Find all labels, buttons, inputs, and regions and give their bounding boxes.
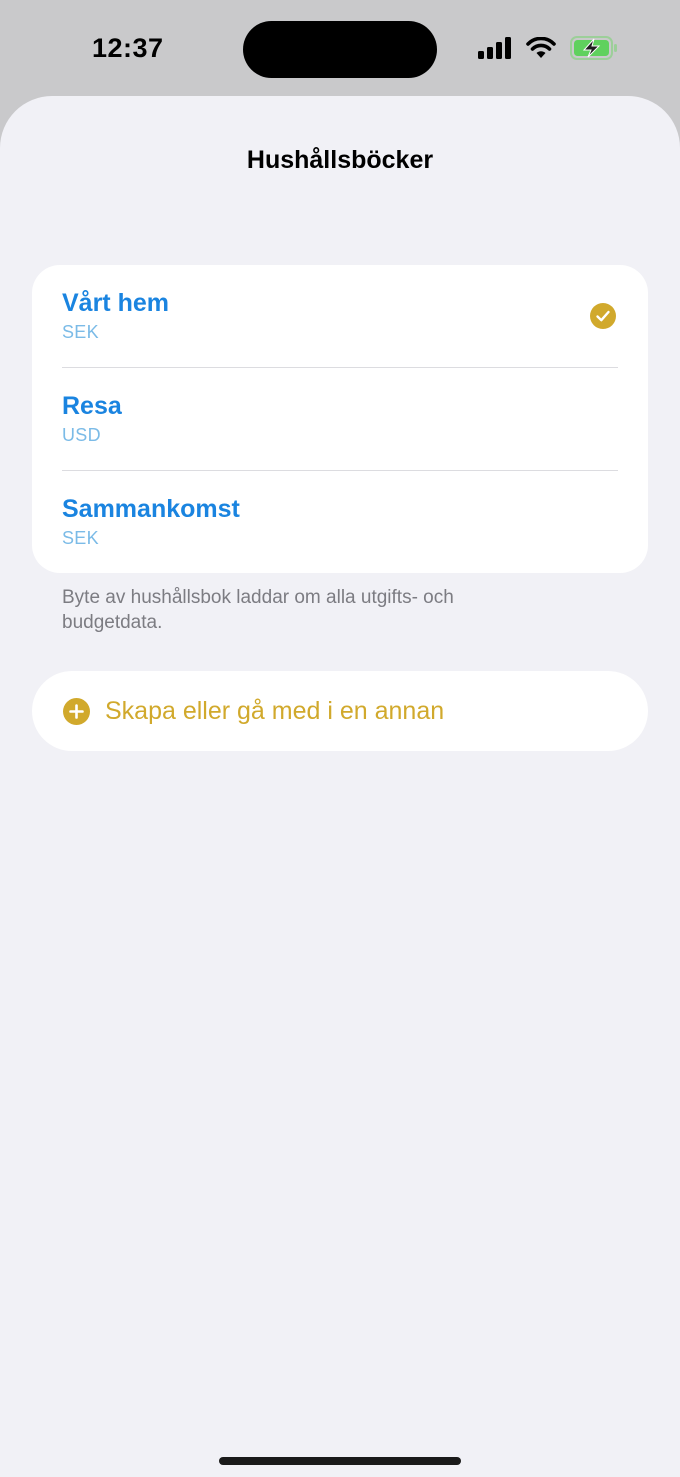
checkmark-circle-icon (590, 303, 616, 329)
plus-circle-icon (63, 698, 90, 725)
create-or-join-button[interactable]: Skapa eller gå med i en annan (32, 671, 648, 751)
book-currency: SEK (62, 528, 99, 548)
book-name: Vårt hem (62, 289, 169, 317)
dynamic-island (243, 21, 437, 78)
status-icons (478, 36, 618, 60)
battery-charging-icon (570, 36, 617, 60)
book-name: Sammankomst (62, 495, 240, 523)
household-book-list: Vårt hem SEK Resa USD Sammankomst SEK (32, 265, 648, 573)
create-or-join-label: Skapa eller gå med i en annan (105, 697, 445, 725)
cellular-signal-icon (478, 37, 511, 59)
home-indicator[interactable] (219, 1457, 461, 1465)
switch-book-footnote: Byte av hushållsbok laddar om alla utgif… (62, 587, 454, 633)
book-row-vart-hem[interactable]: Vårt hem SEK (32, 265, 648, 368)
book-currency: SEK (62, 322, 99, 342)
wifi-icon (526, 37, 556, 58)
book-name: Resa (62, 392, 122, 420)
book-row-sammankomst[interactable]: Sammankomst SEK (32, 471, 648, 573)
household-books-sheet: Hushållsböcker Vårt hem SEK Resa USD Sam… (0, 96, 680, 1477)
status-bar: 12:37 (0, 0, 680, 96)
sheet-title: Hushållsböcker (246, 146, 434, 174)
book-currency: USD (62, 425, 101, 445)
status-time: 12:37 (92, 33, 164, 63)
book-row-resa[interactable]: Resa USD (32, 368, 648, 471)
